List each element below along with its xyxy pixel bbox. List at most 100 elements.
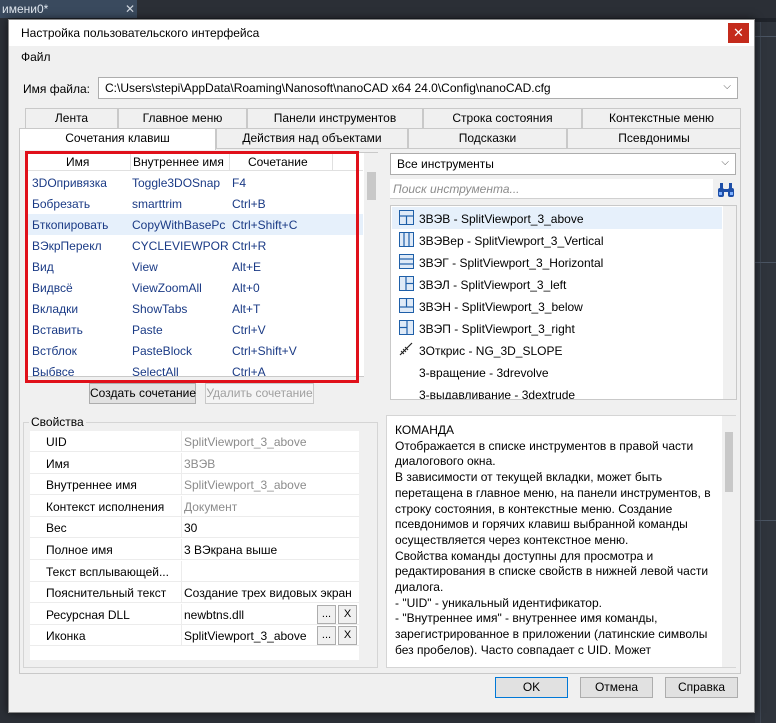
property-row[interactable]: UID SplitViewport_3_above xyxy=(30,431,359,452)
background-document-tab[interactable]: имени0* ✕ xyxy=(0,0,137,18)
table-row[interactable]: Встблок PasteBlock Ctrl+Shift+V xyxy=(26,340,363,361)
cell-internal-name: CYCLEVIEWPORT xyxy=(132,239,228,253)
menubar: Файл xyxy=(9,46,754,68)
column-header-internal-name[interactable]: Внутреннее имя xyxy=(133,155,224,169)
tab-tooltips[interactable]: Подсказки xyxy=(408,128,567,148)
list-item-label: 3ВЭВер - SplitViewport_3_Vertical xyxy=(419,234,604,248)
tab-shortcuts[interactable]: Сочетания клавиш xyxy=(19,128,216,150)
column-header-name[interactable]: Имя xyxy=(66,155,89,169)
background-grid-line xyxy=(755,262,776,263)
table-row[interactable]: ВЭкрПерекл CYCLEVIEWPORT Ctrl+R xyxy=(26,235,363,256)
delete-shortcut-button[interactable]: Удалить сочетание xyxy=(205,383,314,404)
close-icon[interactable]: ✕ xyxy=(125,0,135,18)
property-value[interactable]: SplitViewport_3_above xyxy=(184,478,354,492)
tab-ribbon[interactable]: Лента xyxy=(25,108,118,128)
dialog-close-button[interactable]: ✕ xyxy=(728,23,749,43)
cell-internal-name: smarttrim xyxy=(132,197,182,211)
cell-name: Вкладки xyxy=(32,302,79,316)
tab-main-menu[interactable]: Главное меню xyxy=(118,108,247,128)
filename-label: Имя файла: xyxy=(23,82,90,96)
clear-button[interactable]: X xyxy=(338,626,357,646)
tools-list-scrollbar[interactable] xyxy=(723,206,736,399)
column-header-shortcut[interactable]: Сочетание xyxy=(248,155,308,169)
tools-search-placeholder: Поиск инструмента... xyxy=(393,182,520,196)
tab-status-bar[interactable]: Строка состояния xyxy=(423,108,582,128)
clear-button[interactable]: X xyxy=(338,604,357,624)
property-row[interactable]: Контекст исполнения Документ xyxy=(30,495,359,517)
cell-shortcut: Ctrl+B xyxy=(232,197,266,211)
chevron-down-icon[interactable]: ⌵ xyxy=(723,81,731,92)
list-item[interactable]: 3ВЭЛ - SplitViewport_3_left xyxy=(392,273,722,295)
list-item[interactable]: 3Открис - NG_3D_SLOPE xyxy=(392,339,722,361)
filename-combo[interactable]: C:\Users\stepi\AppData\Roaming\Nanosoft\… xyxy=(98,77,738,99)
list-item[interactable]: 3ВЭП - SplitViewport_3_right xyxy=(392,317,722,339)
tab-toolbars[interactable]: Панели инструментов xyxy=(247,108,423,128)
property-row[interactable]: Имя 3ВЭВ xyxy=(30,452,359,474)
property-row[interactable]: Полное имя 3 ВЭкрана выше xyxy=(30,539,359,560)
cell-shortcut: Alt+0 xyxy=(232,281,260,295)
scrollbar-thumb[interactable] xyxy=(367,172,376,200)
property-name: Пояснительный текст xyxy=(30,582,182,604)
help-button[interactable]: Справка xyxy=(665,677,738,698)
table-row[interactable]: Выбвсе SelectAll Ctrl+A xyxy=(26,361,363,382)
tools-filter-combo[interactable]: Все инструменты ⌵ xyxy=(390,153,736,175)
tab-context-menus[interactable]: Контекстные меню xyxy=(582,108,741,128)
ok-button[interactable]: OK xyxy=(495,677,568,698)
customize-ui-dialog: Настройка пользовательского интерфейса ✕… xyxy=(8,19,755,713)
tools-filter-value: Все инструменты xyxy=(397,157,494,171)
property-row[interactable]: Внутреннее имя SplitViewport_3_above xyxy=(30,474,359,496)
viewport-right-icon xyxy=(399,320,414,335)
column-divider xyxy=(332,153,333,171)
tools-search-input[interactable]: Поиск инструмента... xyxy=(390,179,713,199)
binoculars-icon[interactable] xyxy=(716,180,736,199)
menu-file[interactable]: Файл xyxy=(21,50,51,64)
list-item[interactable]: 3ВЭВер - SplitViewport_3_Vertical xyxy=(392,229,722,251)
list-item[interactable]: 3ВЭГ - SplitViewport_3_Horizontal xyxy=(392,251,722,273)
table-row[interactable]: Бткопировать CopyWithBasePc Ctrl+Shift+C xyxy=(26,214,363,235)
viewport-below-icon xyxy=(399,298,414,313)
property-value[interactable]: 3 ВЭкрана выше xyxy=(184,543,354,557)
cell-shortcut: Alt+E xyxy=(232,260,262,274)
table-row[interactable]: Вид View Alt+E xyxy=(26,256,363,277)
property-name: Вес xyxy=(30,517,182,539)
property-value[interactable]: SplitViewport_3_above xyxy=(184,435,354,449)
property-value[interactable]: SplitViewport_3_above xyxy=(184,629,314,643)
description-scrollbar[interactable] xyxy=(722,416,736,667)
filename-value: C:\Users\stepi\AppData\Roaming\Nanosoft\… xyxy=(105,81,551,95)
property-row[interactable]: Иконка SplitViewport_3_above... X xyxy=(30,625,359,647)
cancel-button[interactable]: Отмена xyxy=(580,677,653,698)
table-row[interactable]: Видвсё ViewZoomAll Alt+0 xyxy=(26,277,363,298)
property-value[interactable]: newbtns.dll xyxy=(184,608,314,622)
viewport-above-icon xyxy=(399,210,414,225)
shortcuts-table-scrollbar[interactable] xyxy=(364,153,379,378)
table-row[interactable]: Вставить Paste Ctrl+V xyxy=(26,319,363,340)
property-row[interactable]: Текст всплывающей... xyxy=(30,560,359,582)
property-row[interactable]: Вес 30 xyxy=(30,517,359,539)
table-row[interactable]: 3DОпривязка Toggle3DOSnap F4 xyxy=(26,172,363,193)
tab-aliases[interactable]: Псевдонимы xyxy=(567,128,741,148)
cell-internal-name: ShowTabs xyxy=(132,302,188,316)
dialog-titlebar[interactable]: Настройка пользовательского интерфейса ✕ xyxy=(9,20,754,46)
chevron-down-icon[interactable]: ⌵ xyxy=(721,157,729,168)
list-item[interactable]: 3ВЭВ - SplitViewport_3_above xyxy=(392,207,722,229)
table-row[interactable]: Вкладки ShowTabs Alt+T xyxy=(26,298,363,319)
property-name: Контекст исполнения xyxy=(30,495,182,517)
property-row[interactable]: Ресурсная DLL newbtns.dll... X xyxy=(30,603,359,625)
property-row[interactable]: Пояснительный текст Создание трех видовых… xyxy=(30,582,359,604)
browse-button[interactable]: ... xyxy=(317,604,336,624)
property-value[interactable]: Создание трех видовых экран xyxy=(184,586,354,600)
browse-button[interactable]: ... xyxy=(317,626,336,646)
property-value[interactable]: Документ xyxy=(184,500,354,514)
tab-object-actions[interactable]: Действия над объектами xyxy=(216,128,408,148)
properties-scrollbar[interactable] xyxy=(359,431,374,660)
property-value[interactable]: 30 xyxy=(184,521,354,535)
description-paragraph: - "Внутреннее имя" - внутреннее имя кома… xyxy=(395,611,708,657)
create-shortcut-button[interactable]: Создать сочетание xyxy=(89,383,196,404)
list-item[interactable]: 3-вращение - 3drevolve xyxy=(392,361,722,383)
list-item[interactable]: 3ВЭН - SplitViewport_3_below xyxy=(392,295,722,317)
list-item[interactable]: 3-выдавливание - 3dextrude xyxy=(392,383,722,399)
scrollbar-thumb[interactable] xyxy=(725,432,733,492)
table-row[interactable]: Бобрезать smarttrim Ctrl+B xyxy=(26,193,363,214)
property-value[interactable]: 3ВЭВ xyxy=(184,457,354,471)
cell-shortcut: Ctrl+Shift+V xyxy=(232,344,297,358)
